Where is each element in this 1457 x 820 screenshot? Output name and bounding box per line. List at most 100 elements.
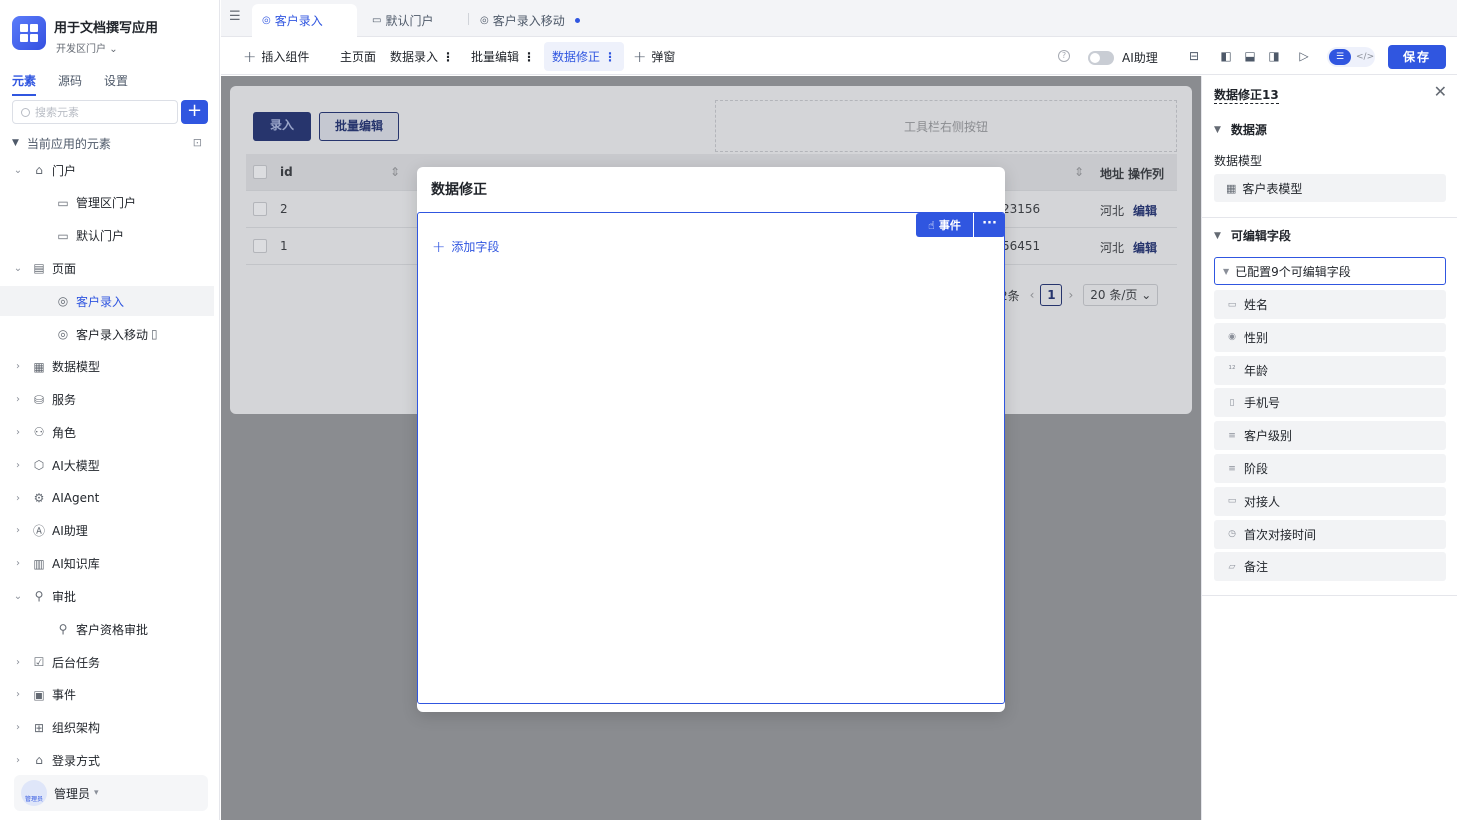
preview-play-icon[interactable]: ▷ [1297, 49, 1311, 63]
sidebar-item[interactable]: › ⬡ AI大模型 [0, 450, 214, 480]
section-editable-fields[interactable]: ▼ 可编辑字段 [1214, 227, 1291, 244]
editable-fields-summary[interactable]: ▼ 已配置9个可编辑字段 [1214, 257, 1446, 285]
field-item[interactable]: ▭ 对接人 [1214, 486, 1446, 516]
chevron-right-icon[interactable]: › [12, 525, 24, 536]
sidebar-item[interactable]: › ⚇ 角色 [0, 417, 214, 447]
prev-page-icon[interactable]: ‹ [1030, 288, 1035, 302]
tab-settings[interactable]: 设置 [104, 72, 128, 96]
add-popup-button[interactable]: + 弹窗 [625, 42, 683, 71]
field-item[interactable]: ¹² 年龄 [1214, 355, 1446, 385]
save-button[interactable]: 保存 [1388, 45, 1446, 69]
sort-icon[interactable]: ⇕ [390, 165, 400, 179]
chevron-right-icon[interactable]: › [12, 493, 24, 504]
sort-icon[interactable]: ⇕ [1074, 165, 1084, 179]
event-button[interactable]: ☝ 事件 [916, 213, 973, 237]
sidebar-item[interactable]: ◎ 客户录入移动 ▯ [0, 319, 214, 349]
chevron-right-icon[interactable]: › [12, 755, 24, 766]
tab-customer-entry[interactable]: ◎ 客户录入 [252, 4, 357, 37]
more-vertical-icon[interactable]: ⋮ [523, 50, 535, 64]
layout-icon[interactable]: ⊟ [1187, 49, 1201, 63]
more-actions-button[interactable]: ··· [974, 213, 1005, 237]
design-mode-icon[interactable]: ☰ [1329, 49, 1351, 65]
sidebar-item[interactable]: › ⊞ 组织架构 [0, 713, 214, 743]
field-item[interactable]: ≡ 阶段 [1214, 454, 1446, 483]
sidebar-item[interactable]: ◎ 客户录入 [0, 286, 214, 317]
tab-data-correction[interactable]: 数据修正 ⋮ [544, 42, 625, 71]
field-item[interactable]: ◉ 性别 [1214, 322, 1446, 352]
modal-form-area[interactable]: ☝ 事件 ··· + 添加字段 [417, 212, 1005, 704]
tab-main-page[interactable]: 主页面 [332, 42, 384, 71]
chevron-down-icon[interactable]: ⌄ [12, 165, 24, 176]
more-vertical-icon[interactable]: ⋮ [442, 50, 454, 64]
edit-link[interactable]: 编辑 [1133, 202, 1157, 219]
field-item[interactable]: ▱ 备注 [1214, 552, 1446, 582]
chevron-right-icon[interactable]: › [12, 361, 24, 372]
edit-link[interactable]: 编辑 [1133, 239, 1157, 256]
left-panel-icon[interactable]: ◧ [1219, 49, 1233, 63]
page-number[interactable]: 1 [1040, 284, 1063, 306]
chevron-right-icon[interactable]: › [12, 689, 24, 700]
field-item[interactable]: ≡ 客户级别 [1214, 421, 1446, 451]
add-element-button[interactable]: + [181, 100, 208, 124]
field-item[interactable]: ▯ 手机号 [1214, 388, 1446, 418]
sidebar-item[interactable]: ⚲ 客户资格审批 [0, 614, 214, 644]
tab-elements[interactable]: 元素 [12, 72, 37, 96]
collapse-sidebar-icon[interactable]: ☰ [229, 9, 241, 24]
sidebar-item[interactable]: › ☑ 后台任务 [0, 647, 214, 677]
row-checkbox[interactable] [253, 239, 267, 253]
sidebar-item[interactable]: › ▦ 数据模型 [0, 352, 214, 382]
sidebar-item[interactable]: › ⌂ 登录方式 [0, 745, 214, 775]
ai-assistant-toggle[interactable] [1088, 51, 1114, 65]
help-icon[interactable]: ? [1058, 50, 1070, 62]
add-field-button[interactable]: + 添加字段 [432, 237, 499, 256]
sidebar-item[interactable]: ▭ 管理区门户 [0, 188, 214, 218]
tab-customer-entry-mobile[interactable]: ◎ 客户录入移动 [470, 4, 590, 37]
close-icon[interactable]: ✕ [1434, 82, 1447, 101]
row-checkbox[interactable] [253, 202, 267, 216]
sidebar-item[interactable]: › ⚙ AIAgent [0, 483, 214, 513]
panel-title[interactable]: 数据修正13 [1214, 86, 1279, 104]
search-input[interactable] [35, 105, 165, 119]
right-panel-icon[interactable]: ◨ [1267, 49, 1281, 63]
locate-icon[interactable]: ⊡ [193, 136, 202, 149]
app-title[interactable]: 用于文档撰写应用 [54, 17, 158, 36]
chevron-right-icon[interactable]: › [12, 427, 24, 438]
page-size-select[interactable]: 20 条/页 ⌄ [1083, 284, 1159, 306]
batch-edit-button[interactable]: 批量编辑 [319, 112, 399, 141]
code-mode-icon[interactable]: </> [1356, 49, 1374, 65]
sidebar-item[interactable]: ⌄ ⌂ 门户 [0, 155, 214, 185]
chevron-right-icon[interactable]: › [12, 558, 24, 569]
sidebar-item[interactable]: ⌄ ⚲ 审批 [0, 581, 214, 611]
next-page-icon[interactable]: › [1068, 288, 1073, 302]
tree-header[interactable]: ▼ 当前应用的元素 ⊡ [12, 134, 208, 152]
tab-default-portal[interactable]: ▭ 默认门户 [362, 4, 443, 37]
entry-button[interactable]: 录入 [253, 112, 311, 141]
field-item[interactable]: ◷ 首次对接时间 [1214, 519, 1446, 549]
chevron-down-icon[interactable]: ⌄ [12, 591, 24, 602]
select-all-checkbox[interactable] [253, 165, 267, 179]
chevron-down-icon[interactable]: ⌄ [12, 263, 24, 274]
sidebar-item[interactable]: › ⛁ 服务 [0, 385, 214, 415]
user-menu[interactable]: 管理员 管理员 ▾ [14, 775, 208, 811]
column-header-address[interactable]: 地址 [1100, 165, 1124, 182]
section-datasource[interactable]: ▼ 数据源 [1214, 121, 1267, 138]
sidebar-item[interactable]: › ▥ AI知识库 [0, 549, 214, 579]
sidebar-item[interactable]: › Ⓐ AI助理 [0, 516, 214, 546]
tab-source[interactable]: 源码 [58, 72, 82, 96]
chevron-right-icon[interactable]: › [12, 722, 24, 733]
bottom-panel-icon[interactable]: ⬓ [1243, 49, 1257, 63]
insert-component-button[interactable]: + 插入组件 [235, 42, 317, 71]
sidebar-item[interactable]: ▭ 默认门户 [0, 221, 214, 251]
sidebar-item[interactable]: › ▣ 事件 [0, 680, 214, 710]
tab-batch-edit[interactable]: 批量编辑 ⋮ [463, 42, 543, 71]
chevron-right-icon[interactable]: › [12, 394, 24, 405]
more-vertical-icon[interactable]: ⋮ [604, 50, 616, 64]
toolbar-right-buttons-slot[interactable]: 工具栏右侧按钮 [715, 100, 1177, 152]
column-header-id[interactable]: id [280, 165, 293, 179]
env-selector[interactable]: 开发区门户 ⌄ [56, 40, 118, 55]
data-model-select[interactable]: ▦ 客户表模型 [1214, 174, 1446, 202]
chevron-right-icon[interactable]: › [12, 460, 24, 471]
tab-data-entry[interactable]: 数据录入 ⋮ [382, 42, 462, 71]
chevron-right-icon[interactable]: › [12, 657, 24, 668]
sidebar-item[interactable]: ⌄ ▤ 页面 [0, 253, 214, 283]
